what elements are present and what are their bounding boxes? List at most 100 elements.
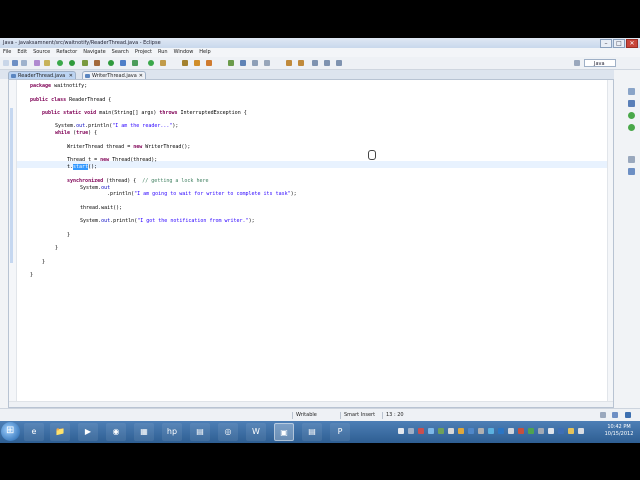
menu-refactor[interactable]: Refactor <box>53 48 80 57</box>
mark-occurrences-icon[interactable] <box>206 60 212 66</box>
open-task-icon[interactable] <box>182 60 188 66</box>
problems-icon[interactable] <box>628 124 635 131</box>
show-whitespace-icon[interactable] <box>252 60 258 66</box>
power-icon[interactable] <box>568 428 574 434</box>
open-resource-icon[interactable] <box>44 60 50 66</box>
system-clock[interactable]: 10:42 PM 10/15/2012 <box>600 424 638 438</box>
debug-icon[interactable] <box>57 60 63 66</box>
perspective-java-button[interactable]: Java <box>584 59 616 67</box>
taskbar-app[interactable]: ▦ <box>134 423 154 441</box>
title-bar: Java - javaksamnent/src/waitnotify/Reade… <box>0 38 640 48</box>
task-list-icon[interactable] <box>628 112 635 119</box>
menu-search[interactable]: Search <box>109 48 132 57</box>
taskbar-powerpoint[interactable]: P <box>330 423 350 441</box>
tray-app-icon[interactable] <box>428 428 434 434</box>
taskbar-app[interactable]: ◎ <box>218 423 238 441</box>
new-java-project-icon[interactable] <box>108 60 114 66</box>
volume-icon[interactable] <box>578 428 584 434</box>
network-icon[interactable] <box>558 428 564 434</box>
tray-app-icon[interactable] <box>528 428 534 434</box>
tray-app-icon[interactable] <box>488 428 494 434</box>
menu-file[interactable]: File <box>0 48 14 57</box>
tab-writer-thread[interactable]: WriterThread.java ✕ <box>82 71 146 79</box>
tray-app-icon[interactable] <box>518 428 524 434</box>
tray-app-icon[interactable] <box>478 428 484 434</box>
taskbar-eclipse[interactable]: ▣ <box>274 423 294 441</box>
taskbar-hp[interactable]: hp <box>162 423 182 441</box>
open-type-icon[interactable] <box>34 60 40 66</box>
code-line: } <box>42 259 46 265</box>
open-perspective-icon[interactable] <box>574 60 580 66</box>
view-menu-icon[interactable] <box>628 156 635 163</box>
tab-reader-thread[interactable]: ReaderThread.java ✕ <box>8 71 76 79</box>
start-button[interactable]: ⊞ <box>1 422 20 441</box>
menu-project[interactable]: Project <box>132 48 155 57</box>
forward-icon[interactable] <box>336 60 342 66</box>
block-selection-icon[interactable] <box>240 60 246 66</box>
next-annotation-icon[interactable] <box>286 60 292 66</box>
menu-edit[interactable]: Edit <box>14 48 30 57</box>
vertical-ruler <box>9 80 17 407</box>
menu-help[interactable]: Help <box>196 48 213 57</box>
code-line: public class ReaderThread { <box>30 97 112 103</box>
code-editor[interactable]: package waitnotify; public class ReaderT… <box>8 79 614 408</box>
tray-app-icon[interactable] <box>498 428 504 434</box>
word-wrap-icon[interactable] <box>264 60 270 66</box>
overview-ruler[interactable] <box>607 80 613 407</box>
code-line: thread.wait(); <box>80 205 123 211</box>
taskbar-app[interactable]: ▤ <box>302 423 322 441</box>
new-package-icon[interactable] <box>120 60 126 66</box>
run-icon[interactable] <box>69 60 75 66</box>
tray-app-icon[interactable] <box>468 428 474 434</box>
print-icon[interactable] <box>21 60 27 66</box>
coverage-icon[interactable] <box>148 60 154 66</box>
maximize-button[interactable]: □ <box>613 39 625 48</box>
previous-annotation-icon[interactable] <box>298 60 304 66</box>
show-hidden-icon[interactable] <box>398 428 404 434</box>
console-icon[interactable] <box>628 168 635 175</box>
code-line: Thread t = new Thread(thread); <box>67 157 158 163</box>
quick-diff-bar <box>10 108 13 263</box>
taskbar-media-player[interactable]: ▶ <box>78 423 98 441</box>
tray-app-icon[interactable] <box>508 428 514 434</box>
taskbar-explorer[interactable]: 📁 <box>50 423 70 441</box>
menu-run[interactable]: Run <box>155 48 171 57</box>
tray-app-icon[interactable] <box>538 428 544 434</box>
new-icon[interactable] <box>3 60 9 66</box>
restore-icon[interactable] <box>628 88 635 95</box>
menu-source[interactable]: Source <box>30 48 53 57</box>
right-trim-bar <box>626 88 638 418</box>
tray-app-icon[interactable] <box>548 428 554 434</box>
tray-app-icon[interactable] <box>418 428 424 434</box>
run-last-icon[interactable] <box>82 60 88 66</box>
menu-window[interactable]: Window <box>171 48 197 57</box>
clock-time: 10:42 PM <box>607 424 631 430</box>
code-line: public static void main(String[] args) t… <box>42 110 247 116</box>
taskbar-app[interactable]: ▤ <box>190 423 210 441</box>
annotation-icon[interactable] <box>194 60 200 66</box>
tray-app-icon[interactable] <box>408 428 414 434</box>
taskbar-chrome[interactable]: ◉ <box>106 423 126 441</box>
tray-app-icon[interactable] <box>438 428 444 434</box>
tray-app-icon[interactable] <box>458 428 464 434</box>
back-icon[interactable] <box>324 60 330 66</box>
minimize-button[interactable]: – <box>600 39 612 48</box>
taskbar-ie[interactable]: e <box>24 423 44 441</box>
search-icon[interactable] <box>160 60 166 66</box>
progress-icon[interactable] <box>600 412 606 418</box>
outline-icon[interactable] <box>628 100 635 107</box>
notification-icon[interactable] <box>612 412 618 418</box>
tray-app-icon[interactable] <box>448 428 454 434</box>
eclipse-window: Java - javaksamnent/src/waitnotify/Reade… <box>0 38 640 422</box>
save-icon[interactable] <box>12 60 18 66</box>
external-tools-icon[interactable] <box>94 60 100 66</box>
toggle-breadcrumb-icon[interactable] <box>228 60 234 66</box>
last-edit-location-icon[interactable] <box>312 60 318 66</box>
close-button[interactable]: ✕ <box>626 39 638 48</box>
fast-view-icon[interactable] <box>625 412 631 418</box>
horizontal-scrollbar[interactable] <box>9 401 613 407</box>
taskbar-word[interactable]: W <box>246 423 266 441</box>
code-line-current: t.start(); <box>67 164 98 170</box>
menu-navigate[interactable]: Navigate <box>80 48 108 57</box>
new-class-icon[interactable] <box>132 60 138 66</box>
